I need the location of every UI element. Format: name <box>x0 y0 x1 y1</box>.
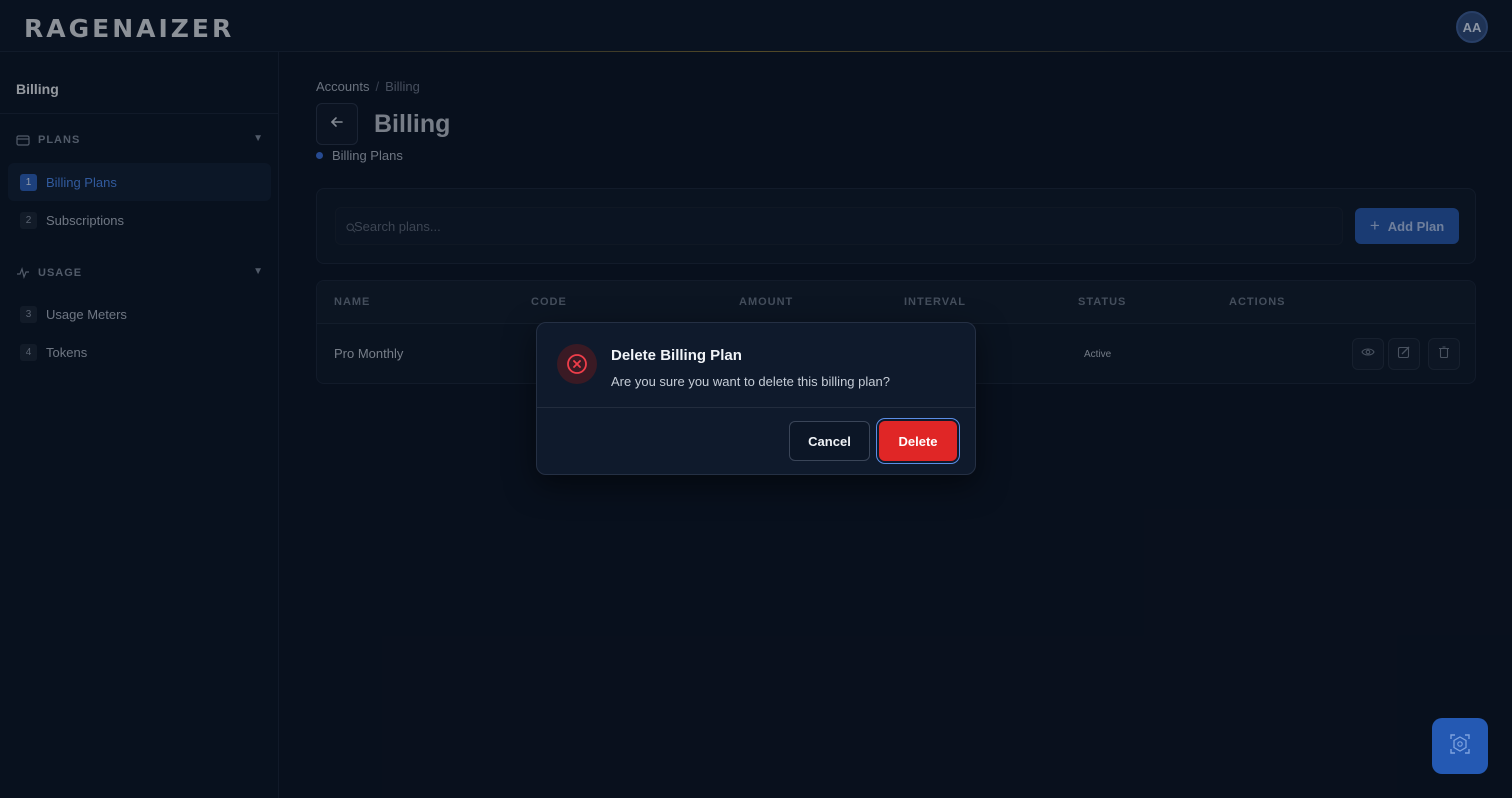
delete-confirm-dialog: Delete Billing Plan Are you sure you wan… <box>536 322 976 475</box>
assistant-icon <box>1448 732 1472 761</box>
assistant-button[interactable] <box>1432 718 1488 774</box>
delete-button[interactable]: Delete <box>879 421 957 461</box>
dialog-title: Delete Billing Plan <box>611 347 742 364</box>
dialog-message: Are you sure you want to delete this bil… <box>611 374 890 389</box>
dialog-divider <box>537 407 975 408</box>
x-circle-icon <box>557 344 597 384</box>
cancel-button[interactable]: Cancel <box>789 421 870 461</box>
